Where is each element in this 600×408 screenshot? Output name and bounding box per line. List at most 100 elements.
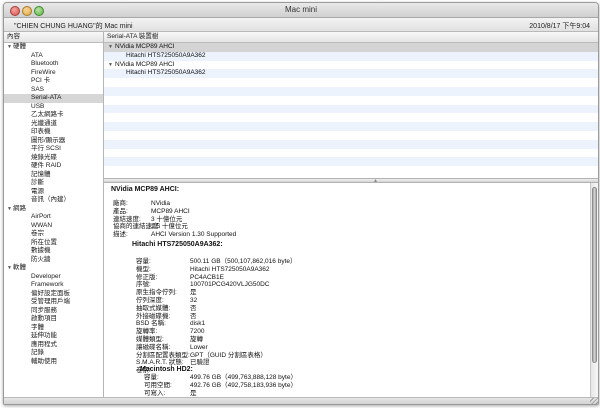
sidebar-item[interactable]: 偏好設定面板 bbox=[4, 290, 103, 299]
device-row[interactable]: Hitachi HTS725050A9A362 bbox=[104, 69, 598, 79]
sidebar-item[interactable]: 受管理用戶端 bbox=[4, 298, 103, 307]
property-key: 描述: bbox=[113, 231, 128, 239]
minimize-button[interactable] bbox=[22, 6, 32, 16]
sidebar-item[interactable]: SAS bbox=[4, 86, 103, 95]
sidebar-item[interactable]: WWAN bbox=[4, 222, 103, 231]
sidebar-item[interactable]: 硬件 RAID bbox=[4, 162, 103, 171]
property-key: 容量: bbox=[144, 374, 159, 381]
property-value: AHCI Version 1.30 Supported bbox=[151, 231, 237, 239]
sidebar-item[interactable]: 光纖通道 bbox=[4, 120, 103, 129]
property-key: 可寫入: bbox=[144, 389, 166, 397]
property-key: 原生指令佇列: bbox=[136, 289, 177, 297]
device-tree-list[interactable]: ▼ NVidia MCP89 AHCI Hitachi HTS725050A9A36… bbox=[104, 43, 598, 175]
sidebar-group[interactable]: ▼ 硬體 bbox=[4, 43, 103, 52]
sidebar-item[interactable]: Bluetooth bbox=[4, 60, 103, 69]
sidebar-item[interactable]: ATA bbox=[4, 52, 103, 61]
property-value: MCP89 AHCI bbox=[151, 207, 190, 215]
sidebar-item[interactable]: USB bbox=[4, 103, 103, 112]
zoom-button[interactable] bbox=[34, 6, 44, 16]
property-value: 500.11 GB（500,107,862,016 byte） bbox=[190, 258, 297, 265]
device-row-label: Hitachi HTS725050A9A362 bbox=[126, 69, 206, 77]
resize-grip-icon[interactable] bbox=[590, 398, 598, 404]
device-tree-pane[interactable]: Serial-ATA 裝置樹 ▼ NVidia MCP89 AHCI Hitachi… bbox=[104, 32, 598, 178]
property-value: PC4ACB1E bbox=[190, 273, 224, 281]
drive-title: Hitachi HTS725050A9A362: bbox=[132, 241, 223, 248]
property-value: 32 bbox=[190, 297, 198, 304]
sidebar-item[interactable]: 卷宗 bbox=[4, 230, 103, 239]
property-value: 旋轉 bbox=[190, 336, 203, 343]
sidebar-item[interactable]: 防火牆 bbox=[4, 256, 103, 265]
info-bar: "CHIEN CHUNG HUANG"的 Mac mini 2010/8/17 … bbox=[4, 18, 598, 32]
sidebar-header[interactable]: 內容 bbox=[4, 32, 103, 43]
sidebar-item[interactable]: AirPort bbox=[4, 213, 103, 222]
device-tree-header[interactable]: Serial-ATA 裝置樹 bbox=[104, 32, 598, 43]
sidebar-item[interactable]: FireWire bbox=[4, 69, 103, 78]
empty-row bbox=[104, 104, 598, 114]
scrollbar-thumb[interactable] bbox=[592, 187, 597, 363]
empty-row bbox=[104, 113, 598, 122]
window-title: Mac mini bbox=[284, 5, 317, 14]
disclosure-triangle-icon[interactable]: ▼ bbox=[108, 61, 113, 70]
property-value: 是 bbox=[190, 389, 197, 397]
detail-property: 機型: Hitachi HTS725050A9A362 bbox=[136, 265, 270, 274]
device-row[interactable]: ▼ NVidia MCP89 AHCI bbox=[104, 61, 598, 70]
title-bar[interactable]: Mac mini bbox=[4, 3, 598, 18]
sidebar-item[interactable]: 印表機 bbox=[4, 128, 103, 137]
sidebar-item[interactable]: 應用程式 bbox=[4, 341, 103, 350]
sidebar-item[interactable]: 電源 bbox=[4, 188, 103, 197]
device-row[interactable]: ▼ NVidia MCP89 AHCI bbox=[104, 43, 598, 52]
empty-row bbox=[104, 131, 598, 140]
sidebar-item[interactable]: 乙太網路卡 bbox=[4, 111, 103, 120]
detail-scrollbar[interactable] bbox=[590, 183, 598, 397]
disclosure-triangle-icon[interactable]: ▼ bbox=[108, 43, 113, 52]
system-profiler-window: Mac mini "CHIEN CHUNG HUANG"的 Mac mini 2… bbox=[3, 2, 599, 405]
property-value: 7200 bbox=[190, 328, 205, 336]
sidebar-item[interactable]: 所在位置 bbox=[4, 239, 103, 248]
sidebar-item[interactable]: 字體 bbox=[4, 324, 103, 333]
sidebar-item[interactable]: 輔助使用 bbox=[4, 358, 103, 367]
window-bottom-bar bbox=[4, 397, 598, 404]
property-value: 已驗證 bbox=[190, 359, 210, 367]
sidebar-item[interactable]: 數據機 bbox=[4, 247, 103, 256]
empty-row bbox=[104, 149, 598, 158]
sidebar-item[interactable]: 圖形/顯示器 bbox=[4, 137, 103, 146]
contents-tree[interactable]: ▼ 硬體 ATA Bluetooth FireWire PCI 卡 SAS Serial-AT… bbox=[4, 43, 103, 366]
disclosure-triangle-icon[interactable]: ▼ bbox=[7, 205, 12, 214]
detail-title: NVidia MCP89 AHCI: bbox=[111, 186, 180, 193]
property-value: disk1 bbox=[190, 320, 206, 328]
sidebar-item[interactable]: 延伸功能 bbox=[4, 332, 103, 341]
sidebar-group[interactable]: ▼ 軟體 bbox=[4, 264, 103, 273]
date-time: 2010/8/17 下午9:04 bbox=[529, 23, 590, 30]
sidebar-item[interactable]: PCI 卡 bbox=[4, 77, 103, 86]
property-key: 機型: bbox=[136, 265, 151, 273]
device-row[interactable]: Hitachi HTS725050A9A362 bbox=[104, 51, 598, 61]
sidebar-item[interactable]: 啟動項目 bbox=[4, 315, 103, 324]
sidebar-item[interactable]: 診斷 bbox=[4, 179, 103, 188]
property-value: 1.5 十億位元 bbox=[151, 223, 188, 231]
sidebar-item[interactable]: 記錄 bbox=[4, 349, 103, 358]
detail-property: 容量: 500.11 GB（500,107,862,016 byte） bbox=[136, 258, 297, 266]
close-button[interactable] bbox=[10, 6, 20, 16]
volume-title: Macintosh HD2: bbox=[140, 366, 193, 373]
sidebar-group-label: 硬體 bbox=[13, 43, 26, 50]
sidebar-item[interactable]: Framework bbox=[4, 281, 103, 290]
sidebar-item[interactable]: 平行 SCSI bbox=[4, 145, 103, 154]
device-row-label: Hitachi HTS725050A9A362 bbox=[126, 51, 206, 59]
sidebar-item[interactable]: Developer bbox=[4, 273, 103, 282]
device-row-label: NVidia MCP89 AHCI bbox=[115, 60, 175, 68]
sidebar-item[interactable]: 燒錄光碟 bbox=[4, 154, 103, 163]
contents-sidebar[interactable]: 內容 ▼ 硬體 ATA Bluetooth FireWire PCI 卡 SAS Serial… bbox=[4, 32, 104, 397]
sidebar-item[interactable]: 記憶體 bbox=[4, 171, 103, 180]
empty-row bbox=[104, 157, 598, 167]
detail-property: 原生指令佇列: 是 bbox=[136, 289, 197, 297]
sidebar-group[interactable]: ▼ 網路 bbox=[4, 205, 103, 214]
sidebar-item[interactable]: Serial-ATA bbox=[4, 94, 103, 103]
property-value: 499.76 GB（499,763,888,128 byte） bbox=[190, 374, 297, 381]
detail-property: 產品: MCP89 AHCI bbox=[113, 208, 190, 216]
disclosure-triangle-icon[interactable]: ▼ bbox=[7, 43, 12, 52]
sidebar-item[interactable]: 同步服務 bbox=[4, 307, 103, 316]
property-value: 100701PCG420VLJG50DC bbox=[190, 281, 270, 289]
disclosure-triangle-icon[interactable]: ▼ bbox=[7, 264, 12, 273]
detail-property: 抽取式媒體: 否 bbox=[136, 305, 197, 313]
sidebar-item[interactable]: 音訊（內建） bbox=[4, 196, 103, 205]
